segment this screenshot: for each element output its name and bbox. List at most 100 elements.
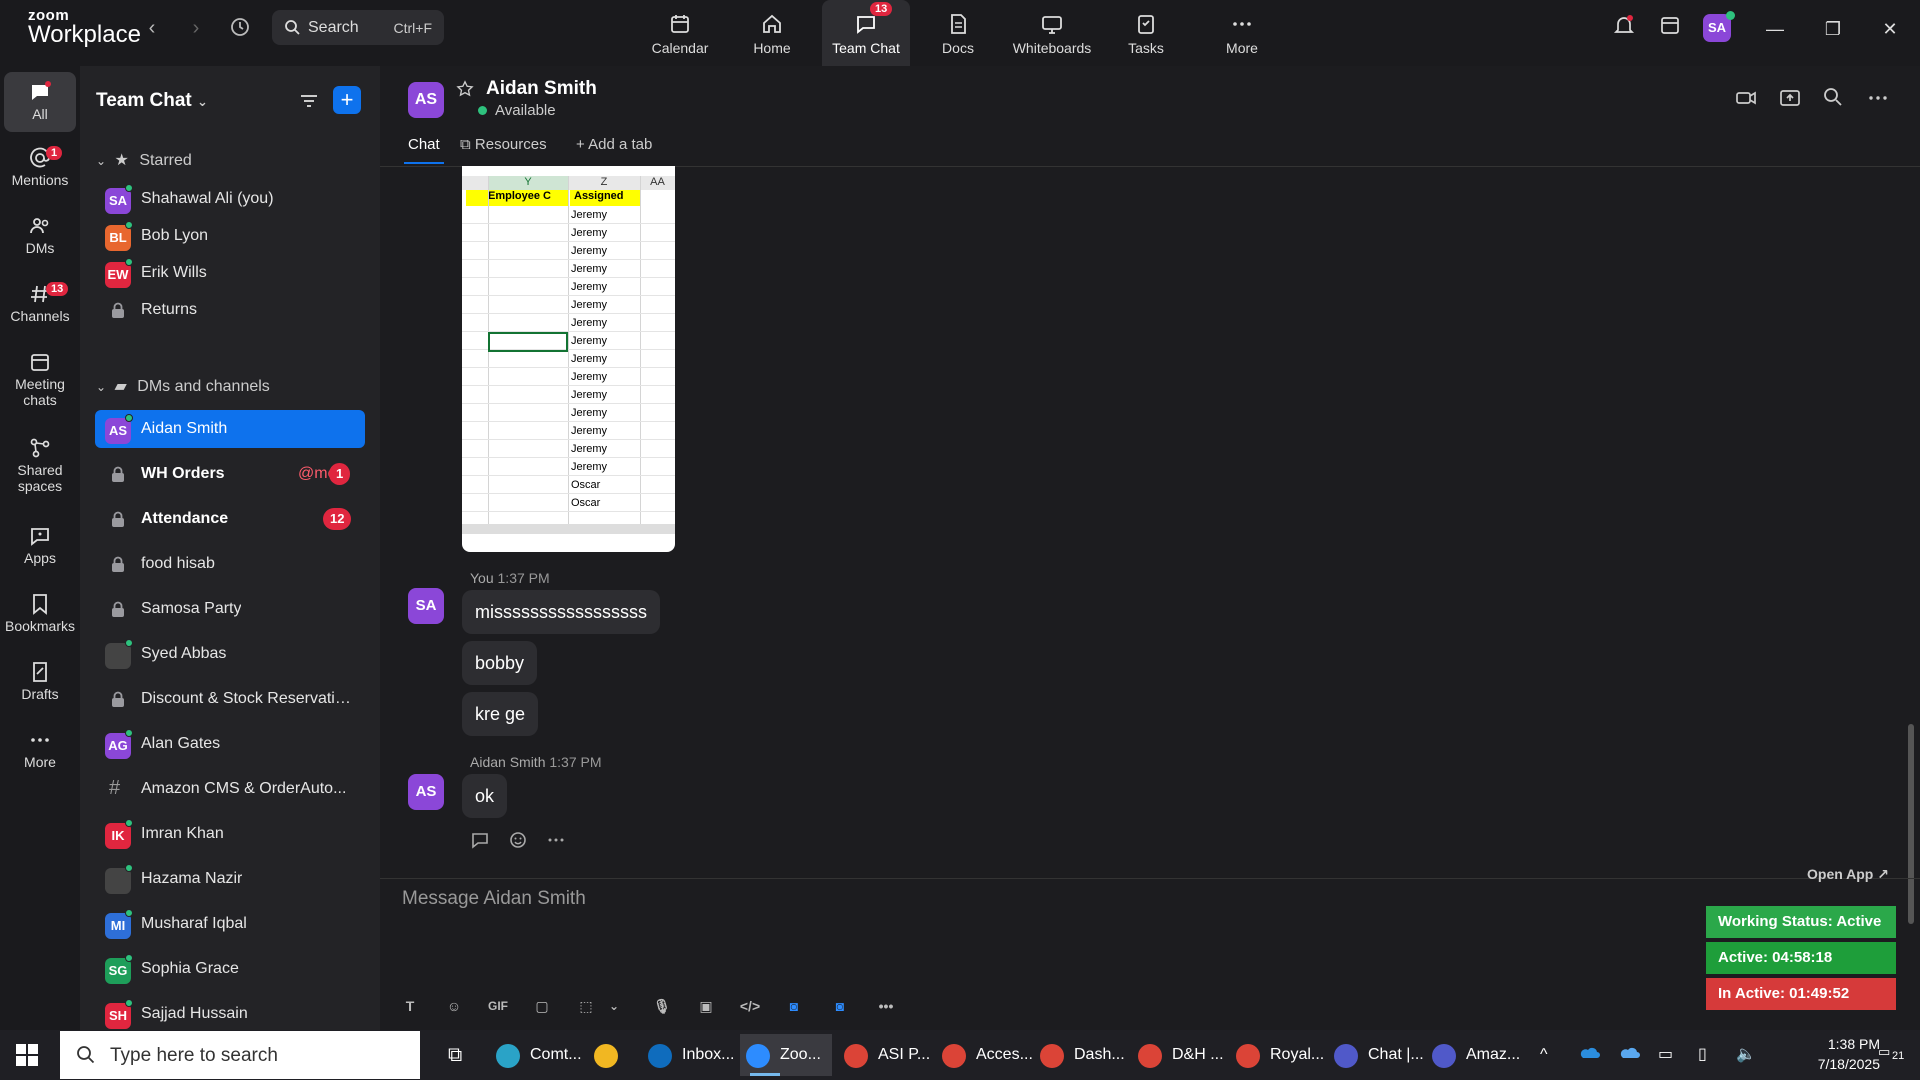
- taskbar-search-input[interactable]: Type here to search: [60, 1031, 420, 1079]
- message-more-icon[interactable]: [546, 830, 566, 850]
- taskbar-app[interactable]: D&H ...: [1132, 1034, 1224, 1076]
- sidebar-item[interactable]: Samosa Party: [95, 590, 365, 628]
- file-icon[interactable]: ▢: [528, 992, 556, 1020]
- onedrive-business-icon[interactable]: [1618, 1044, 1640, 1065]
- sidebar-item[interactable]: MI Musharaf Iqbal: [95, 905, 365, 943]
- sidebar-item[interactable]: EW Erik Wills: [95, 254, 365, 292]
- close-icon[interactable]: ✕: [1872, 14, 1908, 44]
- nav-more[interactable]: More: [1198, 0, 1286, 66]
- sidebar-item[interactable]: Discount & Stock Reservatio...: [95, 680, 365, 718]
- more-options-icon[interactable]: [1866, 86, 1890, 110]
- taskbar-app[interactable]: Zoo...: [740, 1034, 832, 1076]
- minimize-icon[interactable]: —: [1757, 14, 1793, 44]
- sidebar-item[interactable]: SG Sophia Grace: [95, 950, 365, 988]
- taskbar-app[interactable]: Amaz...: [1426, 1034, 1520, 1076]
- onedrive-icon[interactable]: [1578, 1044, 1600, 1065]
- history-icon[interactable]: [228, 16, 252, 40]
- rail-dms[interactable]: DMs: [4, 214, 76, 256]
- search-chat-icon[interactable]: [1822, 86, 1844, 108]
- star-outline-icon[interactable]: [456, 80, 474, 98]
- microphone-icon[interactable]: 🎙: [648, 992, 676, 1020]
- volume-icon[interactable]: 🔈: [1736, 1044, 1756, 1064]
- tray-chevron-icon[interactable]: ^: [1532, 1034, 1562, 1076]
- sidebar-item[interactable]: SA Shahawal Ali (you): [95, 180, 365, 218]
- nav-docs[interactable]: Docs: [914, 0, 1002, 66]
- sidebar-item[interactable]: BL Bob Lyon: [95, 217, 365, 255]
- taskbar-app[interactable]: Chat |...: [1328, 1034, 1424, 1076]
- sidebar-item[interactable]: # Amazon CMS & OrderAuto...: [95, 770, 365, 808]
- contact-avatar[interactable]: AS: [408, 82, 444, 118]
- starred-section[interactable]: ⌄ ★ Starred: [96, 150, 192, 170]
- forward-arrow-icon[interactable]: ›: [184, 16, 208, 40]
- nav-calendar[interactable]: Calendar: [636, 0, 724, 66]
- message-bubble[interactable]: ok: [462, 774, 508, 818]
- back-arrow-icon[interactable]: ‹: [140, 16, 164, 40]
- rail-drafts[interactable]: Drafts: [4, 660, 76, 702]
- taskbar-app[interactable]: Comt...: [490, 1034, 582, 1076]
- message-bubble[interactable]: kre ge: [462, 692, 539, 736]
- dms-channels-section[interactable]: ⌄ ▰ DMs and channels: [96, 376, 270, 396]
- battery-icon[interactable]: ▭: [1658, 1044, 1673, 1064]
- chat-scrollbar[interactable]: [1908, 724, 1914, 924]
- app-icon-chat[interactable]: ◙: [826, 992, 854, 1020]
- rail-mentions[interactable]: 1 Mentions: [4, 146, 76, 188]
- rail-meeting-chats[interactable]: Meeting chats: [4, 350, 76, 408]
- task-view-icon[interactable]: ⧉: [438, 1034, 478, 1076]
- sidebar-item[interactable]: AS Aidan Smith: [95, 410, 365, 448]
- sidebar-item[interactable]: WH Orders @me 1: [95, 455, 365, 493]
- calendar-status-icon[interactable]: [1652, 14, 1688, 44]
- system-clock[interactable]: 1:38 PM 7/18/2025: [1800, 1034, 1880, 1074]
- sidebar-item[interactable]: Returns: [95, 291, 365, 329]
- screenshot-dropdown-icon[interactable]: ⌄: [600, 992, 628, 1020]
- my-avatar[interactable]: SA: [408, 588, 444, 624]
- tab-resources[interactable]: ⧉ Resources: [460, 136, 547, 153]
- contact-name[interactable]: Aidan Smith: [486, 78, 597, 100]
- notification-bell-icon[interactable]: [1606, 14, 1642, 44]
- sidebar-item[interactable]: Syed Abbas: [95, 635, 365, 673]
- message-input[interactable]: Message Aidan Smith: [402, 888, 586, 910]
- nav-home[interactable]: Home: [728, 0, 816, 66]
- rail-channels[interactable]: 13 Channels: [4, 282, 76, 324]
- network-icon[interactable]: ▯: [1698, 1044, 1707, 1064]
- taskbar-app[interactable]: Royal...: [1230, 1034, 1324, 1076]
- taskbar-app[interactable]: [588, 1034, 636, 1076]
- sidebar-item[interactable]: AG Alan Gates: [95, 725, 365, 763]
- message-bubble[interactable]: bobby: [462, 641, 538, 685]
- rail-shared-spaces[interactable]: Shared spaces: [4, 436, 76, 494]
- app-icon-blue[interactable]: ◙: [780, 992, 808, 1020]
- sidebar-title[interactable]: Team Chat ⌄: [96, 90, 208, 112]
- emoji-reaction-icon[interactable]: [508, 830, 528, 850]
- taskbar-app[interactable]: Inbox...: [642, 1034, 734, 1076]
- reply-icon[interactable]: [470, 830, 490, 850]
- notification-center-icon[interactable]: ▭ 21: [1878, 1044, 1908, 1066]
- sidebar-item[interactable]: Attendance 12: [95, 500, 365, 538]
- rail-bookmarks[interactable]: Bookmarks: [4, 592, 76, 634]
- taskbar-app[interactable]: Dash...: [1034, 1034, 1126, 1076]
- nav-tasks[interactable]: Tasks: [1102, 0, 1190, 66]
- taskbar-app[interactable]: ASI P...: [838, 1034, 930, 1076]
- nav-whiteboards[interactable]: Whiteboards: [1006, 0, 1098, 66]
- sidebar-item[interactable]: food hisab: [95, 545, 365, 583]
- rail-apps[interactable]: Apps: [4, 524, 76, 566]
- search-input[interactable]: Search Ctrl+F: [272, 10, 444, 45]
- new-chat-button[interactable]: +: [333, 86, 361, 114]
- message-bubble[interactable]: misssssssssssssssss: [462, 590, 660, 634]
- emoji-icon[interactable]: ☺: [440, 992, 468, 1020]
- rail-more[interactable]: More: [4, 728, 76, 770]
- rail-all[interactable]: All: [4, 72, 76, 132]
- taskbar-app[interactable]: Acces...: [936, 1034, 1033, 1076]
- share-screen-icon[interactable]: [1778, 86, 1802, 110]
- restore-icon[interactable]: ❐: [1815, 14, 1851, 44]
- tab-chat[interactable]: Chat: [408, 136, 440, 153]
- filter-icon[interactable]: [298, 90, 320, 117]
- spreadsheet-image[interactable]: Y Z AA Employee C Assigned Jeremy Jeremy J…: [462, 166, 675, 552]
- screenshot-icon[interactable]: ⬚: [572, 992, 600, 1020]
- code-snippet-icon[interactable]: </>: [736, 992, 764, 1020]
- open-app-link[interactable]: Open App ↗: [1807, 866, 1889, 883]
- windows-start-icon[interactable]: [16, 1044, 38, 1066]
- format-text-icon[interactable]: T: [396, 992, 424, 1020]
- video-message-icon[interactable]: ▣: [692, 992, 720, 1020]
- their-avatar[interactable]: AS: [408, 774, 444, 810]
- video-call-icon[interactable]: [1734, 86, 1758, 110]
- nav-team-chat[interactable]: 13 Team Chat: [822, 0, 910, 66]
